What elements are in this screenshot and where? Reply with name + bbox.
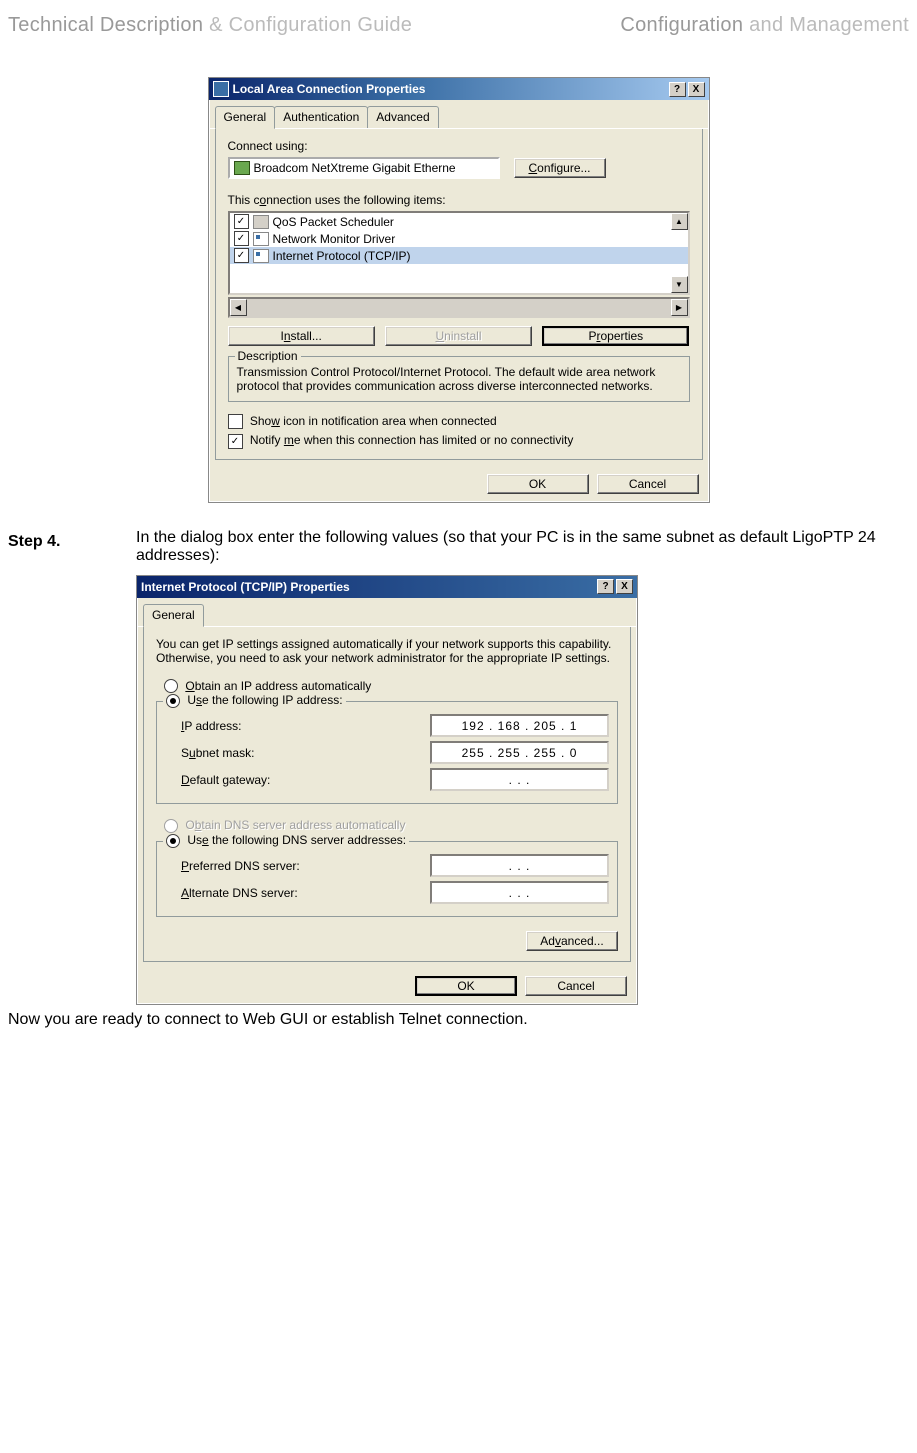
subnet-label: Subnet mask: (181, 746, 254, 760)
step-4: Step 4. In the dialog box enter the foll… (8, 533, 909, 565)
ok-button[interactable]: OK (415, 976, 517, 996)
tcpip-properties-dialog: Internet Protocol (TCP/IP) Properties ? … (136, 575, 638, 1006)
list-item[interactable]: ✓ Network Monitor Driver (230, 230, 688, 247)
tab-general[interactable]: General (143, 604, 204, 627)
header-left-bold: Technical Description (8, 14, 203, 36)
scroll-right-button[interactable]: ▶ (671, 299, 688, 316)
step-label: Step 4. (8, 533, 60, 550)
list-item[interactable]: ✓ Internet Protocol (TCP/IP) (230, 247, 688, 264)
description-group: Description Transmission Control Protoco… (228, 356, 690, 402)
subnet-field[interactable]: 255 . 255 . 255 . 0 (430, 741, 609, 764)
advanced-button[interactable]: Advanced... (526, 931, 618, 951)
alt-dns-field[interactable]: . . . (430, 881, 609, 904)
show-icon-checkbox[interactable] (228, 414, 243, 429)
item-label: Internet Protocol (TCP/IP) (273, 249, 411, 263)
header-right-slim: and Management (743, 14, 909, 36)
use-ip-group: Use the following IP address: IP address… (156, 701, 618, 804)
use-dns-legend: Use the following DNS server addresses: (163, 833, 409, 848)
use-ip-label: Use the following IP address: (187, 693, 342, 707)
adapter-field[interactable]: Broadcom NetXtreme Gigabit Etherne (228, 157, 500, 179)
use-dns-radio[interactable] (166, 834, 180, 848)
header-right-bold: Configuration (620, 14, 743, 36)
window-icon (213, 81, 229, 97)
checkbox-icon[interactable]: ✓ (234, 231, 249, 246)
intro-text: You can get IP settings assigned automat… (156, 637, 618, 665)
install-button[interactable]: Install... (228, 326, 375, 346)
help-button[interactable]: ? (597, 579, 614, 594)
close-button[interactable]: X (688, 82, 705, 97)
tab-general[interactable]: General (215, 106, 276, 129)
scroll-up-button[interactable]: ▲ (671, 213, 688, 230)
list-item[interactable]: ✓ QoS Packet Scheduler (230, 213, 688, 230)
ip-address-field[interactable]: 192 . 168 . 205 . 1 (430, 714, 609, 737)
checkbox-icon[interactable]: ✓ (234, 248, 249, 263)
window-title: Internet Protocol (TCP/IP) Properties (141, 580, 350, 594)
scroll-down-button[interactable]: ▼ (671, 276, 688, 293)
tab-advanced[interactable]: Advanced (367, 106, 438, 128)
ok-button[interactable]: OK (487, 474, 589, 494)
items-label: This connection uses the following items… (228, 193, 690, 207)
titlebar[interactable]: Local Area Connection Properties ? X (209, 78, 709, 100)
cancel-button[interactable]: Cancel (525, 976, 627, 996)
obtain-ip-radio[interactable] (164, 679, 178, 693)
close-button[interactable]: X (616, 579, 633, 594)
item-label: Network Monitor Driver (273, 232, 396, 246)
obtain-dns-radio (164, 819, 178, 833)
help-button[interactable]: ? (669, 82, 686, 97)
page-header: Technical Description & Configuration Gu… (8, 14, 909, 37)
obtain-ip-label: Obtain an IP address automatically (185, 679, 371, 693)
titlebar[interactable]: Internet Protocol (TCP/IP) Properties ? … (137, 576, 637, 598)
tabs: General (137, 598, 637, 627)
notify-label: Notify me when this connection has limit… (250, 433, 574, 447)
horizontal-scrollbar[interactable]: ◀ ▶ (228, 297, 690, 318)
cancel-button[interactable]: Cancel (597, 474, 699, 494)
tcpip-icon (253, 249, 269, 263)
qos-icon (253, 215, 269, 229)
item-label: QoS Packet Scheduler (273, 215, 394, 229)
gateway-field[interactable]: . . . (430, 768, 609, 791)
pref-dns-field[interactable]: . . . (430, 854, 609, 877)
tab-authentication[interactable]: Authentication (274, 106, 368, 128)
monitor-icon (253, 232, 269, 246)
use-dns-label: Use the following DNS server addresses: (187, 833, 406, 847)
footer-text: Now you are ready to connect to Web GUI … (8, 1011, 909, 1029)
gateway-label: Default gateway: (181, 773, 270, 787)
tabs: General Authentication Advanced (209, 100, 709, 129)
obtain-dns-label: Obtain DNS server address automatically (185, 818, 405, 832)
description-text: Transmission Control Protocol/Internet P… (237, 365, 681, 393)
use-dns-group: Use the following DNS server addresses: … (156, 841, 618, 917)
items-listbox[interactable]: ✓ QoS Packet Scheduler ✓ Network Monitor… (228, 211, 690, 295)
dialog-body: You can get IP settings assigned automat… (143, 627, 631, 963)
uninstall-button: Uninstall (385, 326, 532, 346)
connect-using-label: Connect using: (228, 139, 690, 153)
use-ip-radio[interactable] (166, 694, 180, 708)
configure-button[interactable]: CConfigure...onfigure... (514, 158, 606, 178)
alt-dns-label: Alternate DNS server: (181, 886, 298, 900)
header-left-slim: & Configuration Guide (203, 14, 412, 36)
notify-checkbox[interactable]: ✓ (228, 434, 243, 449)
dialog-body: Connect using: Broadcom NetXtreme Gigabi… (215, 129, 703, 460)
lan-properties-dialog: Local Area Connection Properties ? X Gen… (208, 77, 710, 503)
button-bar: OK Cancel (209, 466, 709, 502)
use-ip-legend: Use the following IP address: (163, 693, 346, 708)
step-text: In the dialog box enter the following va… (136, 529, 909, 565)
checkbox-icon[interactable]: ✓ (234, 214, 249, 229)
scroll-left-button[interactable]: ◀ (230, 299, 247, 316)
pref-dns-label: Preferred DNS server: (181, 859, 300, 873)
description-legend: Description (235, 349, 301, 363)
ip-address-label: IP address: (181, 719, 242, 733)
window-title: Local Area Connection Properties (233, 82, 426, 96)
adapter-name: Broadcom NetXtreme Gigabit Etherne (254, 161, 456, 175)
show-icon-label: Show icon in notification area when conn… (250, 414, 497, 428)
properties-button[interactable]: Properties (542, 326, 689, 346)
button-bar: OK Cancel (137, 968, 637, 1004)
adapter-icon (234, 161, 250, 175)
